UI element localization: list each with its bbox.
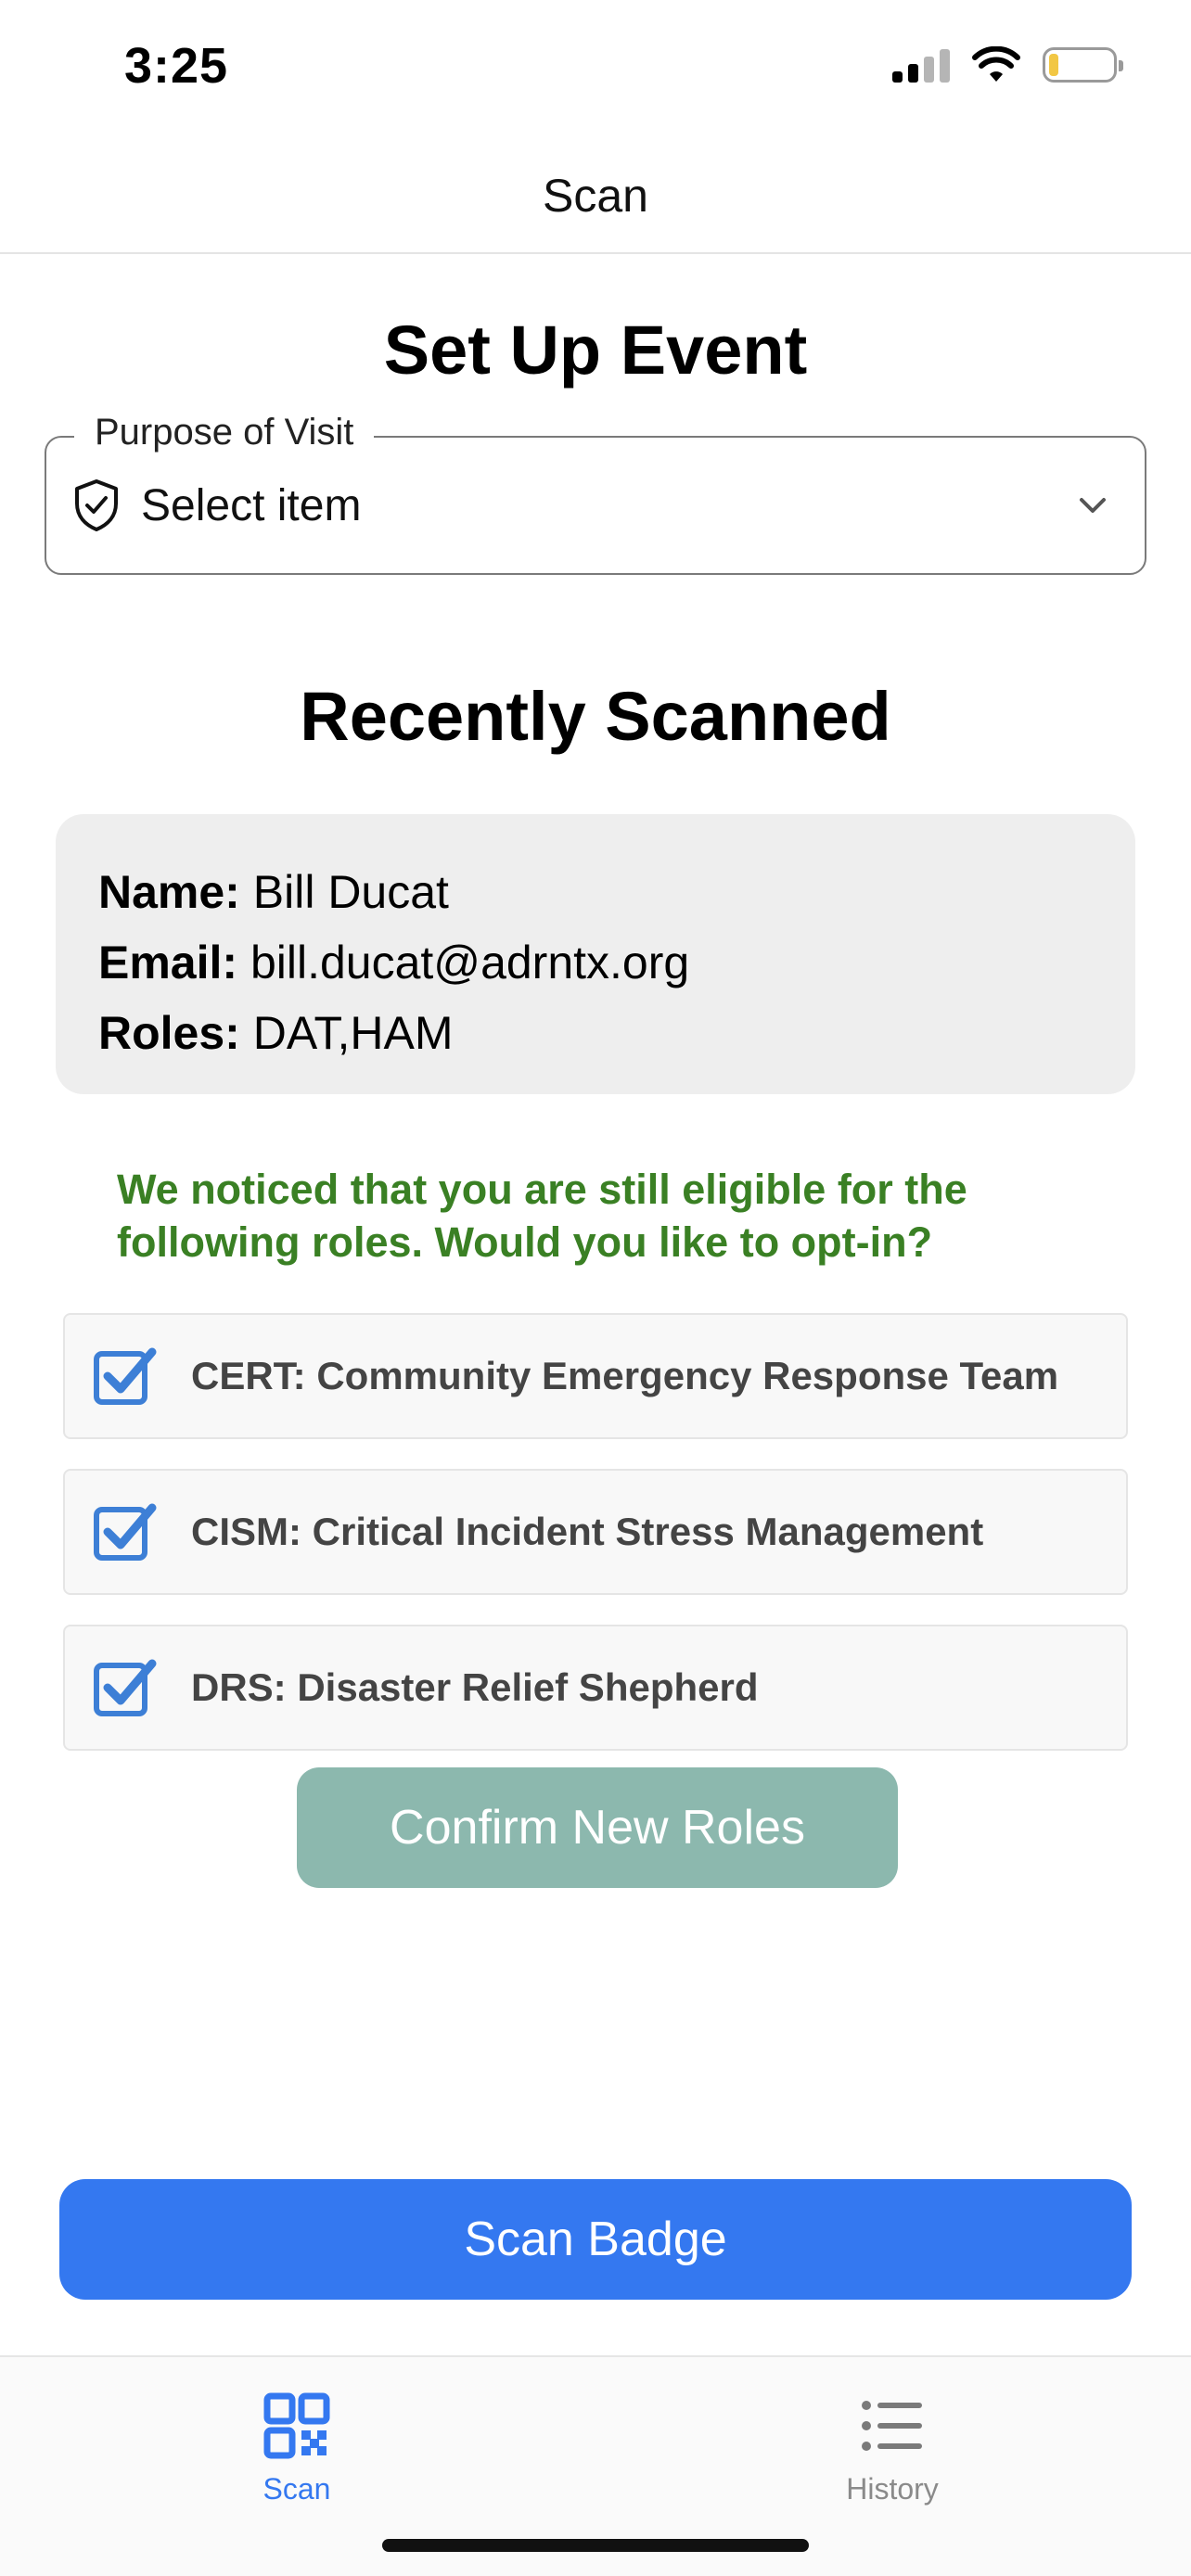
cellular-signal-icon: [892, 47, 950, 83]
email-row: Email: bill.ducat@adrntx.org: [98, 927, 1093, 998]
wifi-icon: [972, 46, 1020, 82]
roles-label: Roles:: [98, 1007, 240, 1059]
tab-scan[interactable]: Scan: [158, 2376, 436, 2506]
name-value: Bill Ducat: [252, 866, 449, 918]
role-option-cism[interactable]: CISM: Critical Incident Stress Managemen…: [63, 1469, 1128, 1595]
roles-row: Roles: DAT,HAM: [98, 998, 1093, 1068]
status-icons: [892, 46, 1123, 83]
tab-label: History: [846, 2472, 939, 2506]
recently-scanned-title: Recently Scanned: [300, 678, 891, 755]
role-label: CERT: Community Emergency Response Team: [191, 1354, 1059, 1397]
email-value: bill.ducat@adrntx.org: [250, 937, 690, 988]
list-icon: [862, 2401, 922, 2451]
page-title: Scan: [543, 170, 648, 222]
role-option-drs[interactable]: DRS: Disaster Relief Shepherd: [63, 1625, 1128, 1751]
checkbox-checked-icon[interactable]: [93, 1346, 158, 1406]
purpose-of-visit-select[interactable]: Select item Purpose of Visit: [45, 412, 1146, 575]
battery-level: [1049, 54, 1059, 76]
nav-header: Scan: [0, 139, 1191, 254]
name-row: Name: Bill Ducat: [98, 857, 1093, 927]
status-bar: 3:25: [0, 0, 1191, 139]
scan-badge-button[interactable]: Scan Badge: [59, 2179, 1132, 2300]
purpose-select-control[interactable]: Select item: [46, 438, 1145, 573]
tab-label: Scan: [263, 2472, 331, 2506]
select-value: Select item: [141, 480, 362, 530]
checkbox-checked-icon[interactable]: [93, 1658, 158, 1717]
role-label: DRS: Disaster Relief Shepherd: [191, 1665, 759, 1709]
setup-event-title: Set Up Event: [383, 312, 808, 389]
qr-code-icon: [263, 2392, 330, 2459]
roles-value: DAT,HAM: [252, 1007, 454, 1059]
name-label: Name:: [98, 866, 240, 918]
eligibility-notice: We noticed that you are still eligible f…: [117, 1166, 967, 1266]
shield-check-icon: [75, 479, 118, 531]
home-indicator: [382, 2539, 809, 2552]
battery-icon: [1043, 47, 1123, 83]
chevron-down-icon[interactable]: [1074, 487, 1111, 524]
role-label: CISM: Critical Incident Stress Managemen…: [191, 1510, 984, 1553]
role-option-cert[interactable]: CERT: Community Emergency Response Team: [63, 1313, 1128, 1439]
email-label: Email:: [98, 937, 238, 988]
confirm-new-roles-button[interactable]: Confirm New Roles: [297, 1767, 898, 1888]
checkbox-checked-icon[interactable]: [93, 1502, 158, 1562]
status-time: 3:25: [124, 38, 229, 94]
purpose-of-visit-label: Purpose of Visit: [74, 412, 375, 453]
tab-history[interactable]: History: [753, 2376, 1031, 2506]
scanned-info-card: Name: Bill Ducat Email: bill.ducat@adrnt…: [56, 814, 1135, 1094]
